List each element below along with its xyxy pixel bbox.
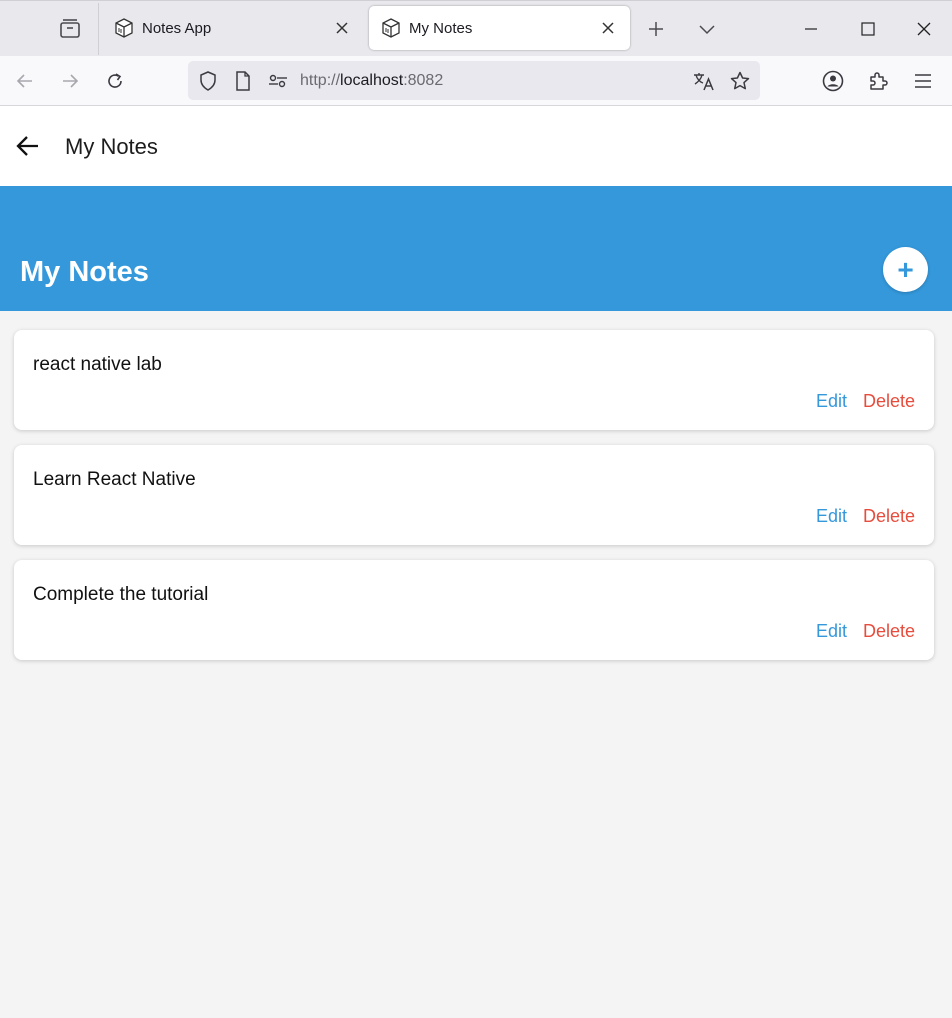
add-note-button[interactable]: + [883,247,928,292]
tab-notes-app[interactable]: Notes App [102,6,364,50]
forward-button[interactable] [54,65,86,97]
hamburger-menu-icon [915,74,931,88]
note-text: react native lab [33,354,162,375]
minimize-icon [805,28,817,30]
extensions-button[interactable] [862,65,894,97]
edit-note-button[interactable]: Edit [816,391,847,412]
note-card: Learn React Native Edit Delete [14,445,934,545]
note-card: Complete the tutorial Edit Delete [14,560,934,660]
close-tab-icon[interactable] [598,18,618,38]
navigation-toolbar: http://localhost:8082 [0,56,952,106]
back-button[interactable] [9,65,41,97]
delete-note-button[interactable]: Delete [863,391,915,412]
plus-icon [649,22,663,36]
tab-my-notes[interactable]: My Notes [369,6,630,50]
hero-title: My Notes [20,256,149,288]
maximize-window-button[interactable] [848,9,888,49]
account-button[interactable] [817,65,849,97]
close-tab-icon[interactable] [332,18,352,38]
new-tab-button[interactable] [640,13,672,45]
url-scheme: http:// [300,72,341,89]
delete-note-button[interactable]: Delete [863,506,915,527]
arrow-left-icon [16,136,38,156]
edit-note-button[interactable]: Edit [816,621,847,642]
app-header: My Notes [0,106,952,186]
page-title: My Notes [65,134,158,159]
notes-hero-banner: My Notes + [0,186,952,311]
url-host: localhost [340,72,404,89]
maximize-icon [861,22,875,36]
notes-list: react native lab Edit Delete Learn React… [14,330,934,675]
tab-divider [98,3,99,55]
minimize-window-button[interactable] [791,9,831,49]
puzzle-icon [870,72,888,90]
reload-icon [108,73,122,88]
note-card: react native lab Edit Delete [14,330,934,430]
note-text: Complete the tutorial [33,584,209,605]
expo-favicon-icon [381,18,401,38]
bookmark-star-icon[interactable] [729,70,751,92]
delete-note-button[interactable]: Delete [863,621,915,642]
tab-title: My Notes [409,19,473,37]
tab-title: Notes App [142,19,212,37]
url-bar[interactable]: http://localhost:8082 [188,61,760,100]
note-text: Learn React Native [33,469,196,490]
close-window-button[interactable] [904,9,944,49]
tab-strip: Notes App My Notes [0,0,952,56]
url-port: :8082 [403,72,444,89]
list-all-tabs-button[interactable] [691,13,723,45]
page-icon[interactable] [232,70,254,92]
app-menu-button[interactable] [907,65,939,97]
shield-icon[interactable] [197,70,219,92]
expo-favicon-icon [114,18,134,38]
edit-note-button[interactable]: Edit [816,506,847,527]
chevron-down-icon [699,25,715,35]
url-text[interactable]: http://localhost:8082 [300,72,443,90]
firefox-view-icon [60,19,80,38]
reload-button[interactable] [99,65,131,97]
account-icon [822,70,844,92]
close-icon [917,22,931,36]
permissions-icon[interactable] [267,70,289,92]
firefox-view-button[interactable] [42,11,98,47]
arrow-left-icon [16,74,32,88]
back-navigation-button[interactable] [14,132,42,160]
translate-icon[interactable] [693,70,715,92]
arrow-right-icon [63,74,79,88]
